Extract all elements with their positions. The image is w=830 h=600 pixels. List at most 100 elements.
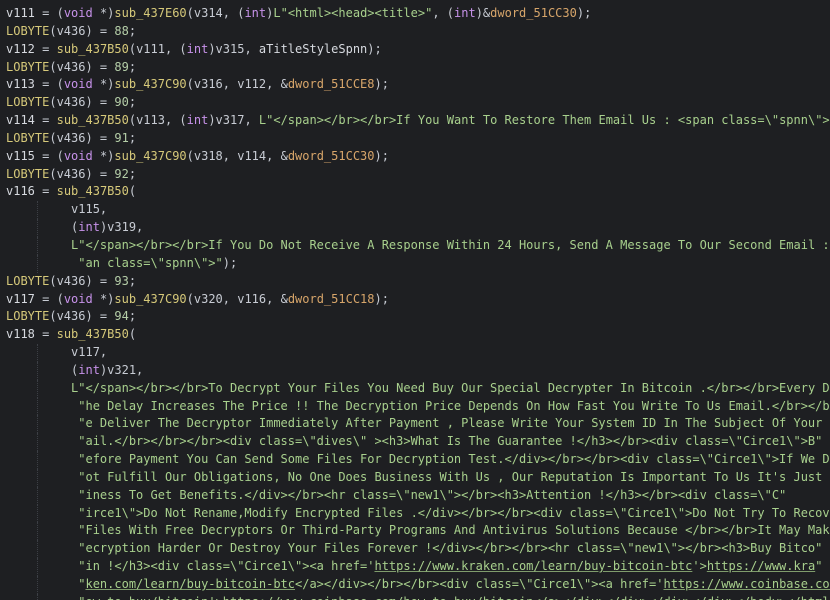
indent-guide <box>37 236 39 255</box>
macro-token: LOBYTE <box>6 273 50 288</box>
macro-token: LOBYTE <box>6 130 50 145</box>
code-line[interactable]: "an class=\"spnn\">"); <box>6 254 830 273</box>
code-line[interactable]: LOBYTE(v436) = 89; <box>6 59 830 77</box>
code-line[interactable]: LOBYTE(v436) = 92; <box>6 166 830 184</box>
keyword-token: int <box>186 41 209 56</box>
code-line[interactable]: v117 = (void *)sub_437C90(v320, v116, &d… <box>6 291 830 309</box>
indent-guide <box>37 219 39 237</box>
number-literal-token: 88 <box>114 23 129 38</box>
code-line[interactable]: "irce1\">Do Not Rename,Modify Encrypted … <box>6 504 830 523</box>
operator-token: (v111, ( <box>128 41 187 56</box>
variable-token: v116 <box>6 184 35 199</box>
code-line[interactable]: v117, <box>6 344 830 362</box>
string-literal-token: '> <box>692 559 707 574</box>
macro-token: LOBYTE <box>6 309 50 324</box>
code-line[interactable]: v114 = sub_437B50(v113, (int)v317, L"</s… <box>6 112 830 130</box>
url-link-token[interactable]: https://www.kraken.com/learn/buy-bitcoin… <box>374 559 692 573</box>
operator-token: )v321, <box>99 362 144 377</box>
code-line[interactable]: v115, <box>6 201 830 220</box>
function-name-token: sub_437B50 <box>56 327 129 342</box>
operator-token: = ( <box>34 148 64 163</box>
code-line[interactable]: (int)v319, <box>6 219 830 237</box>
url-link-token[interactable]: https://www.coinbase.com/how-to-buy/bitc… <box>223 595 534 600</box>
code-line[interactable]: "ow-to-buy/bitcoin'>https://www.coinbase… <box>6 593 830 600</box>
operator-token: ; <box>128 23 137 38</box>
indent-guide <box>37 486 39 505</box>
code-line[interactable]: "ot Fulfill Our Obligations, No One Does… <box>6 468 830 487</box>
code-line[interactable]: "Files With Free Decryptors Or Third-Par… <box>6 522 830 541</box>
operator-token <box>6 416 78 430</box>
function-name-token: sub_437B50 <box>56 41 129 56</box>
indent-guide <box>37 593 39 600</box>
url-link-token[interactable]: ow-to-buy/bitcoin <box>85 595 208 600</box>
number-literal-token: 89 <box>114 59 129 74</box>
string-literal-token: L"</span></br></br>To Decrypt Your Files… <box>71 380 830 395</box>
code-line[interactable]: LOBYTE(v436) = 93; <box>6 273 830 291</box>
operator-token: = <box>34 41 57 56</box>
string-literal-token: "Files With Free Decryptors Or Third-Par… <box>78 523 830 538</box>
code-line[interactable]: "ecryption Harder Or Destroy Your Files … <box>6 540 830 559</box>
code-line[interactable]: LOBYTE(v436) = 90; <box>6 94 830 112</box>
indent-guide <box>37 397 39 416</box>
keyword-token: int <box>244 6 267 20</box>
function-name-token: sub_437B50 <box>56 184 129 199</box>
code-line[interactable]: "ken.com/learn/buy-bitcoin-btc</a></div>… <box>6 576 830 594</box>
operator-token: ( <box>6 220 79 235</box>
operator-token: v117, <box>6 345 108 360</box>
operator-token <box>6 452 78 466</box>
string-literal-token: L"<html><head><title>" <box>273 6 433 20</box>
global-symbol-token: dword_51CC30 <box>287 148 375 163</box>
operator-token: = <box>34 184 57 199</box>
code-line[interactable]: LOBYTE(v436) = 88; <box>6 23 830 41</box>
keyword-token: int <box>78 220 100 235</box>
code-line[interactable]: "ail.</br></br></br><div class=\"dives\"… <box>6 433 830 452</box>
variable-token: v117 <box>6 291 35 306</box>
operator-token: ; <box>128 95 137 110</box>
operator-token: ( <box>6 362 79 377</box>
indent-guide <box>37 558 39 576</box>
code-line[interactable]: v111 = (void *)sub_437E60(v314, (int)L"<… <box>6 5 830 23</box>
code-line[interactable]: "iness To Get Benefits.</div></br><hr cl… <box>6 486 830 505</box>
operator-token: (v316, v112, & <box>186 77 288 92</box>
code-line[interactable]: LOBYTE(v436) = 91; <box>6 130 830 148</box>
operator-token <box>6 541 78 555</box>
operator-token <box>6 256 78 270</box>
code-line[interactable]: LOBYTE(v436) = 94; <box>6 308 830 326</box>
code-line[interactable]: L"</span></br></br>To Decrypt Your Files… <box>6 379 830 398</box>
operator-token: ; <box>128 166 137 181</box>
code-line[interactable]: v115 = (void *)sub_437C90(v318, v114, &d… <box>6 148 830 166</box>
string-literal-token: L"</span></br></br>If You Want To Restor… <box>258 113 830 128</box>
keyword-token: void <box>63 148 93 163</box>
code-line[interactable]: L"</span></br></br>If You Do Not Receive… <box>6 236 830 255</box>
url-link-token[interactable]: ken.com/learn/buy-bitcoin-btc <box>85 577 295 591</box>
code-line[interactable]: "efore Payment You Can Send Some Files F… <box>6 451 830 469</box>
operator-token: (v436) = <box>49 95 115 110</box>
code-line[interactable]: v113 = (void *)sub_437C90(v316, v112, &d… <box>6 76 830 94</box>
keyword-token: void <box>63 6 93 20</box>
url-link-token[interactable]: https://www.coinbase.com/h <box>663 577 830 591</box>
string-literal-token: "he Delay Increases The Price !! The Dec… <box>78 398 830 413</box>
operator-token: (v436) = <box>49 23 115 38</box>
url-link-token[interactable]: https://www.kra <box>707 559 815 573</box>
code-line[interactable]: "e Deliver The Decryptor Immediately Aft… <box>6 415 830 434</box>
function-name-token: sub_437C90 <box>114 148 187 163</box>
code-editor[interactable]: v111 = (void *)sub_437E60(v314, (int)L"<… <box>0 0 830 600</box>
operator-token: *) <box>92 6 115 20</box>
string-literal-token: '> <box>208 595 222 600</box>
macro-token: LOBYTE <box>6 59 50 74</box>
code-line[interactable]: "he Delay Increases The Price !! The Dec… <box>6 397 830 416</box>
code-line[interactable]: v112 = sub_437B50(v111, (int)v315, aTitl… <box>6 41 830 59</box>
code-line[interactable]: v118 = sub_437B50( <box>6 326 830 344</box>
number-literal-token: 93 <box>114 273 129 288</box>
operator-token: ; <box>128 273 137 288</box>
code-line[interactable]: "in !</h3><div class=\"Circe1\"><a href=… <box>6 558 830 576</box>
string-literal-token: "ail.</br></br></br><div class=\"dives\"… <box>78 434 823 449</box>
code-line[interactable]: (int)v321, <box>6 361 830 380</box>
indent-guide <box>37 361 39 380</box>
function-name-token: sub_437B50 <box>56 113 129 128</box>
function-name-token: sub_437C90 <box>114 291 187 306</box>
operator-token: ; <box>128 130 137 145</box>
indent-guide <box>37 344 39 362</box>
operator-token: = ( <box>34 291 64 306</box>
code-line[interactable]: v116 = sub_437B50( <box>6 183 830 201</box>
